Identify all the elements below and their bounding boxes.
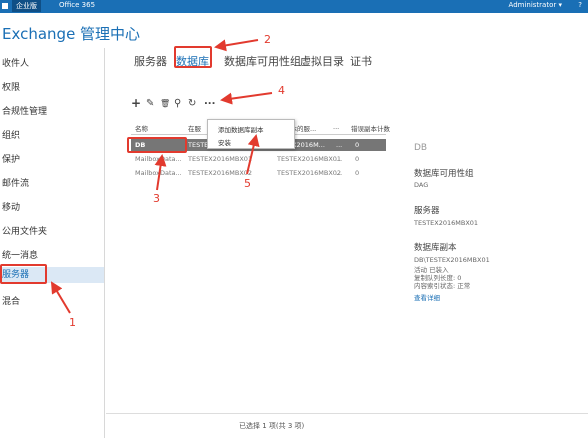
annotation-arrows — [50, 39, 273, 314]
